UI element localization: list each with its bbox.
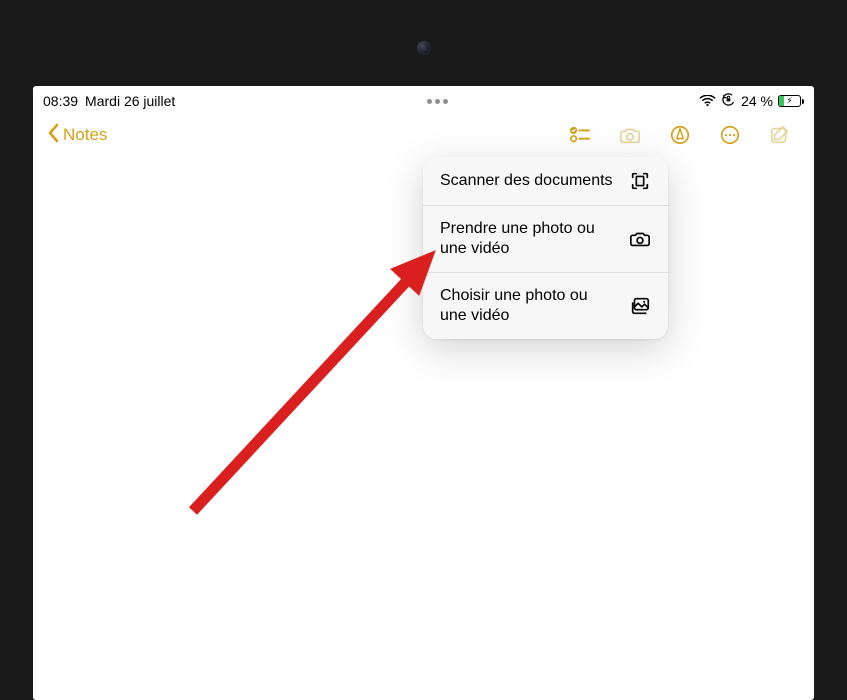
camera-button[interactable] — [610, 115, 650, 155]
battery-icon: ⚡︎ — [778, 95, 804, 107]
status-bar: 08:39 Mardi 26 juillet — [33, 90, 814, 112]
menu-item-scan-documents[interactable]: Scanner des documents — [423, 157, 668, 206]
wifi-icon — [699, 95, 716, 108]
back-label: Notes — [63, 125, 107, 145]
compose-button[interactable] — [760, 115, 800, 155]
camera-popover: Scanner des documents Prendre une photo … — [423, 157, 668, 339]
markup-button[interactable] — [660, 115, 700, 155]
toolbar: Notes — [33, 112, 814, 158]
status-left: 08:39 Mardi 26 juillet — [43, 93, 175, 109]
status-date: Mardi 26 juillet — [85, 93, 175, 109]
menu-item-label: Scanner des documents — [440, 171, 617, 191]
status-right: 24 % ⚡︎ — [699, 92, 804, 110]
camera-icon — [629, 228, 651, 250]
device-frame: 08:39 Mardi 26 juillet — [0, 0, 847, 700]
rotation-lock-icon — [721, 92, 736, 110]
annotation-arrow-icon — [163, 241, 463, 521]
back-button[interactable]: Notes — [47, 123, 107, 148]
status-center — [175, 99, 699, 104]
photo-library-icon — [629, 295, 651, 317]
multitask-dots-icon[interactable] — [427, 99, 448, 104]
menu-item-label: Prendre une photo ou une vidéo — [440, 219, 617, 259]
scan-document-icon — [629, 170, 651, 192]
menu-item-take-photo-video[interactable]: Prendre une photo ou une vidéo — [423, 206, 668, 273]
status-time: 08:39 — [43, 93, 78, 109]
battery-percent: 24 % — [741, 93, 773, 109]
camera-dot-icon — [417, 41, 431, 55]
screen: 08:39 Mardi 26 juillet — [33, 86, 814, 700]
chevron-left-icon — [47, 123, 59, 148]
menu-item-choose-photo-video[interactable]: Choisir une photo ou une vidéo — [423, 273, 668, 339]
checklist-button[interactable] — [560, 115, 600, 155]
more-button[interactable] — [710, 115, 750, 155]
menu-item-label: Choisir une photo ou une vidéo — [440, 286, 617, 326]
